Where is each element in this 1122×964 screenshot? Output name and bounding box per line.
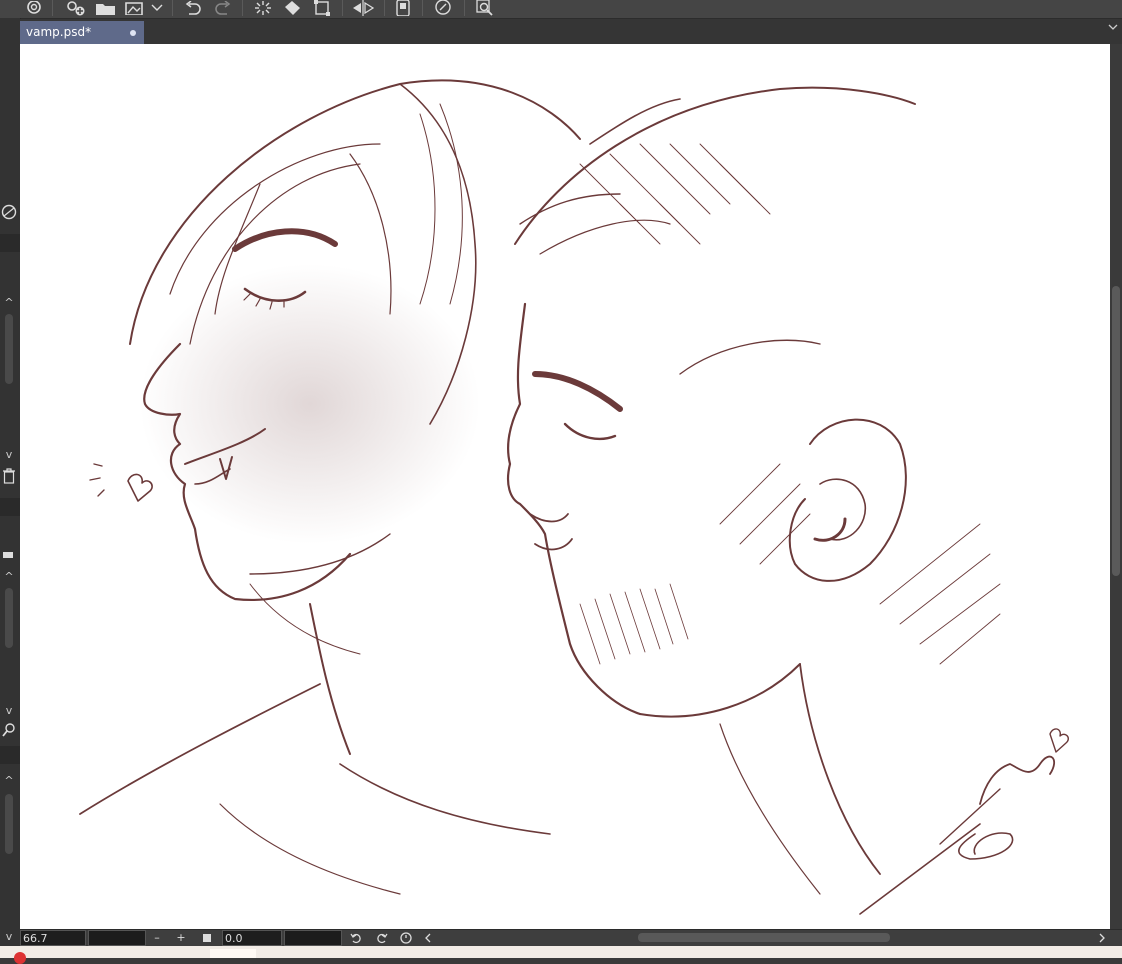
zoom-out-button[interactable]: – <box>150 930 164 946</box>
new-file-icon[interactable] <box>62 0 90 16</box>
search-icon[interactable] <box>0 722 18 741</box>
transform-icon[interactable] <box>310 0 334 16</box>
panel-scroll-up-icon[interactable]: ^ <box>0 570 18 583</box>
toolbar-separator <box>52 0 53 16</box>
panel-scrollbar[interactable] <box>5 794 13 854</box>
panel-scroll-up-icon[interactable]: ^ <box>0 774 18 787</box>
drawing-canvas[interactable] <box>20 44 1110 929</box>
document-tab-title: vamp.psd* <box>26 25 92 39</box>
toolbar-separator <box>464 0 465 16</box>
toolbar-separator <box>422 0 423 16</box>
flip-icon[interactable] <box>350 0 376 16</box>
os-taskbar-edge <box>0 946 1122 964</box>
open-folder-icon[interactable] <box>93 0 119 16</box>
quick-access-icon[interactable] <box>430 0 456 16</box>
panel-scroll-down-icon[interactable]: v <box>0 704 18 717</box>
layer-tool-icon[interactable] <box>0 548 18 561</box>
panel-divider <box>0 234 20 252</box>
zoom-in-button[interactable]: + <box>174 930 188 946</box>
canvas-status-bar: 66.7 – + 0.0 <box>20 929 1122 946</box>
toolbar-separator <box>172 0 173 16</box>
taskbar-tile[interactable] <box>210 949 256 958</box>
command-bar <box>0 0 1122 19</box>
rotation-field[interactable]: 0.0 <box>222 930 282 946</box>
sketch-artwork <box>79 79 1069 915</box>
toolbar-separator <box>384 0 385 16</box>
toolbar-separator <box>242 0 243 16</box>
zoom-field[interactable]: 66.7 <box>20 930 86 946</box>
redo-icon[interactable] <box>210 0 236 16</box>
save-icon[interactable] <box>122 0 146 16</box>
device-icon[interactable] <box>392 0 414 16</box>
navigator-icon[interactable] <box>0 204 18 223</box>
horizontal-scrollbar-thumb[interactable] <box>638 933 890 942</box>
document-tab[interactable]: vamp.psd* <box>20 21 144 44</box>
trash-icon[interactable] <box>0 468 18 487</box>
rotate-left-icon[interactable] <box>350 930 364 946</box>
vertical-scrollbar-thumb[interactable] <box>1112 286 1120 576</box>
panel-scroll-up-icon[interactable]: ^ <box>0 296 18 309</box>
clear-icon[interactable] <box>250 0 276 16</box>
close-tab-icon[interactable] <box>130 30 136 36</box>
fit-canvas-icon[interactable] <box>202 930 214 946</box>
fill-icon[interactable] <box>280 0 306 16</box>
panel-divider <box>0 746 20 764</box>
panel-divider <box>0 498 20 516</box>
toolbar-separator <box>342 0 343 16</box>
save-dropdown-chevron-icon[interactable] <box>148 0 166 16</box>
scroll-left-icon[interactable] <box>424 930 434 946</box>
app-icon[interactable] <box>14 952 26 964</box>
clip-studio-icon[interactable] <box>22 0 46 16</box>
left-panel-strip: ^ v ^ v ^ v <box>0 18 21 958</box>
document-tab-bar: vamp.psd* <box>20 19 1122 44</box>
zoom-slider[interactable] <box>88 930 146 946</box>
panel-scroll-down-icon[interactable]: v <box>0 930 18 943</box>
search-settings-icon[interactable] <box>472 0 498 16</box>
rotation-slider[interactable] <box>284 930 342 946</box>
panel-scrollbar[interactable] <box>5 314 13 384</box>
reset-rotation-icon[interactable] <box>400 930 414 946</box>
rotate-right-icon[interactable] <box>376 930 390 946</box>
tab-list-chevron-icon[interactable] <box>1108 23 1118 34</box>
undo-icon[interactable] <box>180 0 206 16</box>
vertical-scrollbar[interactable] <box>1110 44 1122 929</box>
scroll-right-icon[interactable] <box>1098 930 1108 946</box>
panel-scroll-down-icon[interactable]: v <box>0 448 18 461</box>
panel-scrollbar[interactable] <box>5 588 13 648</box>
